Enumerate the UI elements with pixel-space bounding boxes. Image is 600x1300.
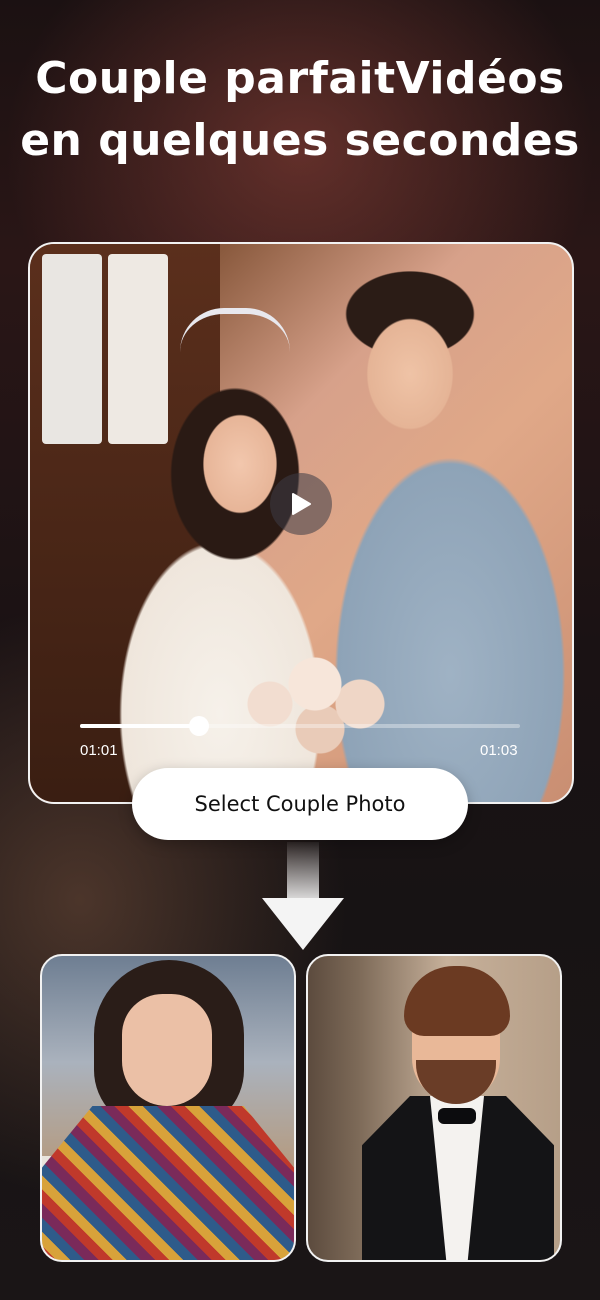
play-button[interactable]	[270, 473, 332, 535]
headline: Couple parfaitVidéos en quelques seconde…	[0, 48, 600, 172]
progress-bar[interactable]	[80, 716, 520, 736]
man-photo-card[interactable]	[306, 954, 562, 1262]
woman-photo-card[interactable]	[40, 954, 296, 1262]
select-couple-photo-button[interactable]: Select Couple Photo	[132, 768, 468, 840]
headline-line-2: en quelques secondes	[20, 115, 580, 166]
progress-thumb[interactable]	[188, 716, 209, 736]
arrow-head	[262, 898, 344, 950]
bouquet-image	[230, 644, 400, 754]
bow-tie-image	[438, 1108, 476, 1124]
progress-fill	[80, 724, 199, 728]
video-preview[interactable]: 01:01 01:03	[28, 242, 574, 804]
arrow-down-icon	[287, 842, 319, 900]
play-icon	[292, 493, 311, 515]
current-time: 01:01	[80, 742, 118, 759]
total-time: 01:03	[480, 742, 518, 759]
headline-line-1: Couple parfaitVidéos	[35, 53, 565, 104]
shawl-image	[42, 1106, 294, 1260]
